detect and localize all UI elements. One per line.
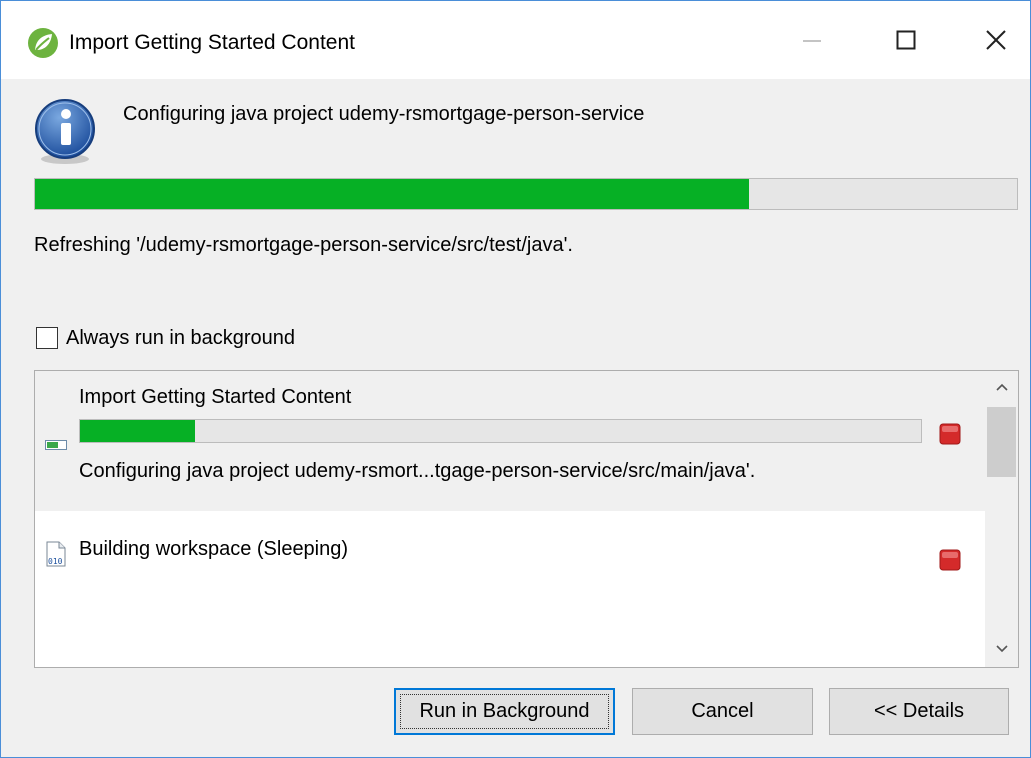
job-progress-bar: [79, 419, 922, 443]
subtask-message: Refreshing '/udemy-rsmortgage-person-ser…: [34, 234, 573, 256]
always-run-in-background-option[interactable]: Always run in background: [36, 324, 295, 352]
chevron-down-icon: [995, 641, 1009, 659]
always-run-in-background-label[interactable]: Always run in background: [66, 324, 295, 352]
maximize-icon: [896, 30, 916, 55]
details-button[interactable]: << Details: [829, 688, 1009, 735]
main-progress-fill: [35, 179, 749, 209]
job-name: Building workspace (Sleeping): [79, 538, 349, 560]
scroll-up-button[interactable]: [985, 371, 1018, 405]
scroll-thumb[interactable]: [987, 407, 1016, 477]
jobs-list: Import Getting Started Content Configuri…: [34, 370, 1019, 668]
minimize-button[interactable]: [789, 19, 835, 65]
cancel-label: Cancel: [691, 700, 754, 722]
chevron-up-icon: [995, 379, 1009, 397]
binary-file-icon: 010: [46, 541, 66, 572]
focus-rectangle: [400, 694, 609, 729]
stop-job-button[interactable]: [939, 549, 961, 571]
job-progress-fill: [80, 420, 196, 442]
window-title: Import Getting Started Content: [69, 31, 355, 54]
job-status: Configuring java project udemy-rsmort...…: [79, 460, 756, 482]
operation-message: Configuring java project udemy-rsmortgag…: [123, 103, 645, 125]
job-item[interactable]: Import Getting Started Content Configuri…: [35, 371, 985, 511]
close-icon: [985, 29, 1007, 56]
import-progress-dialog: Import Getting Started Content Configuri…: [0, 0, 1031, 758]
minimize-icon: [802, 30, 822, 55]
close-button[interactable]: [973, 19, 1019, 65]
cancel-button[interactable]: Cancel: [632, 688, 813, 735]
svg-text:010: 010: [48, 557, 63, 566]
info-icon: [33, 97, 97, 165]
always-run-in-background-checkbox[interactable]: [36, 327, 58, 349]
jobs-scrollbar[interactable]: [985, 371, 1018, 667]
maximize-button[interactable]: [883, 19, 929, 65]
run-in-background-button[interactable]: Run in Background: [394, 688, 615, 735]
job-name: Import Getting Started Content: [79, 386, 352, 408]
stop-job-button[interactable]: [939, 423, 961, 445]
main-progress-bar: [34, 178, 1018, 210]
progress-job-icon: [45, 438, 67, 456]
details-label: << Details: [873, 700, 965, 722]
spring-leaf-icon: [27, 27, 59, 59]
scroll-down-button[interactable]: [985, 633, 1018, 667]
job-item[interactable]: 010 Building workspace (Sleeping): [35, 511, 985, 667]
title-bar[interactable]: Import Getting Started Content: [1, 1, 1030, 79]
